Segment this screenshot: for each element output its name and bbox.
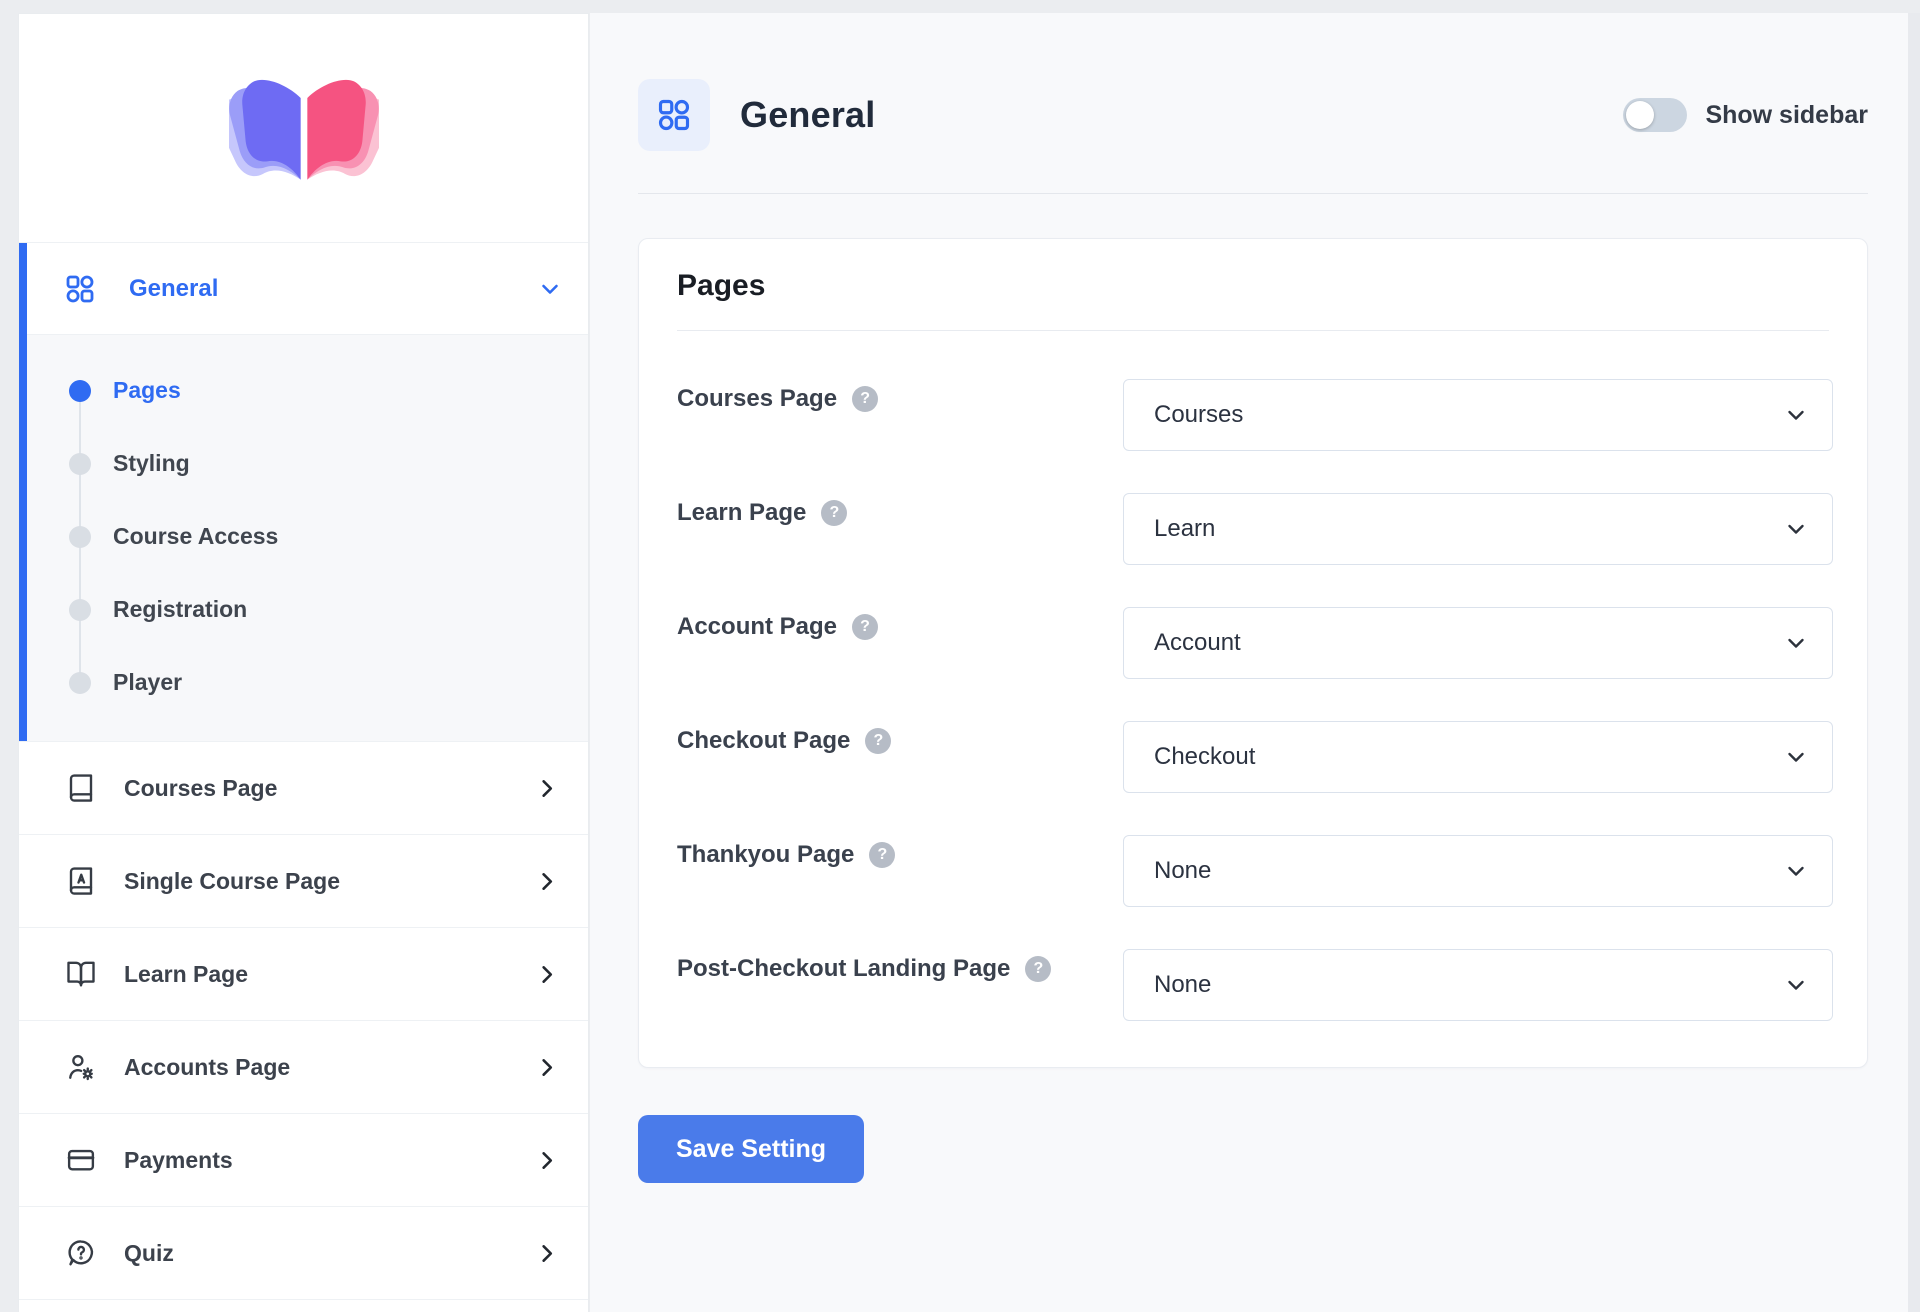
chevron-down-icon [1784, 631, 1808, 655]
field-row-courses-page: Courses Page ? Courses [677, 379, 1833, 451]
grid-icon [656, 97, 692, 133]
select-value: None [1154, 857, 1211, 885]
help-icon[interactable]: ? [869, 842, 895, 868]
card-divider [677, 330, 1829, 331]
select-value: Account [1154, 629, 1241, 657]
bullet-dot-icon [69, 672, 91, 694]
sidebar-item-label: Payments [124, 1147, 233, 1174]
logo-container [19, 14, 588, 242]
pages-settings-card: Pages Courses Page ? Courses Learn Page … [638, 238, 1868, 1068]
sidebar-item-label: General [129, 275, 218, 303]
bullet-dot-icon [69, 380, 91, 402]
field-row-thankyou-page: Thankyou Page ? None [677, 835, 1833, 907]
help-icon[interactable]: ? [865, 728, 891, 754]
general-section: General Pages Styling Course Access Regi… [19, 242, 588, 742]
header-divider [638, 193, 1868, 194]
sidebar-item-courses-page[interactable]: Courses Page [19, 742, 588, 835]
bullet-dot-icon [69, 599, 91, 621]
field-label: Checkout Page [677, 727, 850, 755]
subitem-label: Pages [113, 377, 181, 404]
chevron-right-icon [535, 1242, 558, 1265]
chevron-down-icon [1784, 403, 1808, 427]
bullet-dot-icon [69, 453, 91, 475]
sidebar-item-general[interactable]: General [19, 243, 588, 335]
sidebar-subitem-pages[interactable]: Pages [19, 354, 588, 427]
field-label: Post-Checkout Landing Page [677, 955, 1010, 983]
bullet-dot-icon [69, 526, 91, 548]
subitem-label: Styling [113, 450, 190, 477]
sidebar-item-label: Learn Page [124, 961, 248, 988]
account-page-select[interactable]: Account [1123, 607, 1833, 679]
chevron-right-icon [535, 777, 558, 800]
sidebar-item-learn-page[interactable]: Learn Page [19, 928, 588, 1021]
show-sidebar-toggle[interactable] [1623, 98, 1687, 132]
help-icon[interactable]: ? [1025, 956, 1051, 982]
select-value: Learn [1154, 515, 1215, 543]
field-label: Learn Page [677, 499, 806, 527]
grid-icon [64, 273, 96, 305]
field-label: Thankyou Page [677, 841, 854, 869]
toggle-knob [1626, 101, 1654, 129]
help-icon[interactable]: ? [821, 500, 847, 526]
open-book-logo [229, 69, 379, 187]
open-book-icon [66, 959, 96, 989]
chevron-right-icon [535, 1056, 558, 1079]
general-subsection: Pages Styling Course Access Registration… [19, 335, 588, 741]
subitem-label: Player [113, 669, 182, 696]
sidebar-item-quiz[interactable]: Quiz [19, 1207, 588, 1300]
card-title: Pages [639, 239, 1867, 303]
book-a-icon [66, 866, 96, 896]
select-value: Courses [1154, 401, 1243, 429]
checkout-page-select[interactable]: Checkout [1123, 721, 1833, 793]
question-bubble-icon [66, 1238, 96, 1268]
help-icon[interactable]: ? [852, 614, 878, 640]
sidebar-item-accounts-page[interactable]: Accounts Page [19, 1021, 588, 1114]
scrollbar[interactable] [1908, 13, 1920, 1312]
subitem-label: Registration [113, 596, 247, 623]
settings-sidebar: General Pages Styling Course Access Regi… [18, 13, 589, 1312]
field-row-checkout-page: Checkout Page ? Checkout [677, 721, 1833, 793]
sidebar-subitem-course-access[interactable]: Course Access [19, 500, 588, 573]
subitem-label: Course Access [113, 523, 278, 550]
page-title-icon-box [638, 79, 710, 151]
book-icon [66, 773, 96, 803]
sidebar-item-label: Courses Page [124, 775, 277, 802]
sidebar-item-label: Single Course Page [124, 868, 340, 895]
sidebar-subitem-player[interactable]: Player [19, 646, 588, 719]
chevron-down-icon [1784, 859, 1808, 883]
field-label: Courses Page [677, 385, 837, 413]
sidebar-item-label: Accounts Page [124, 1054, 290, 1081]
chevron-down-icon [538, 277, 562, 301]
help-icon[interactable]: ? [852, 386, 878, 412]
show-sidebar-label: Show sidebar [1705, 101, 1868, 130]
learn-page-select[interactable]: Learn [1123, 493, 1833, 565]
credit-card-icon [66, 1145, 96, 1175]
chevron-down-icon [1784, 517, 1808, 541]
sidebar-item-label: Quiz [124, 1240, 174, 1267]
field-label: Account Page [677, 613, 837, 641]
save-setting-button[interactable]: Save Setting [638, 1115, 864, 1183]
field-row-account-page: Account Page ? Account [677, 607, 1833, 679]
post-checkout-landing-page-select[interactable]: None [1123, 949, 1833, 1021]
chevron-right-icon [535, 963, 558, 986]
page-title: General [740, 94, 875, 136]
sidebar-item-payments[interactable]: Payments [19, 1114, 588, 1207]
chevron-right-icon [535, 1149, 558, 1172]
thankyou-page-select[interactable]: None [1123, 835, 1833, 907]
field-row-learn-page: Learn Page ? Learn [677, 493, 1833, 565]
show-sidebar-control: Show sidebar [1623, 98, 1868, 132]
chevron-down-icon [1784, 745, 1808, 769]
chevron-down-icon [1784, 973, 1808, 997]
select-value: Checkout [1154, 743, 1255, 771]
settings-main-panel: General Show sidebar Pages Courses Page … [590, 13, 1908, 1312]
chevron-right-icon [535, 870, 558, 893]
user-gear-icon [66, 1052, 96, 1082]
sidebar-subitem-styling[interactable]: Styling [19, 427, 588, 500]
page-header: General Show sidebar [638, 79, 1868, 151]
courses-page-select[interactable]: Courses [1123, 379, 1833, 451]
sidebar-subitem-registration[interactable]: Registration [19, 573, 588, 646]
select-value: None [1154, 971, 1211, 999]
sidebar-item-single-course-page[interactable]: Single Course Page [19, 835, 588, 928]
field-row-post-checkout-landing-page: Post-Checkout Landing Page ? None [677, 949, 1833, 1021]
